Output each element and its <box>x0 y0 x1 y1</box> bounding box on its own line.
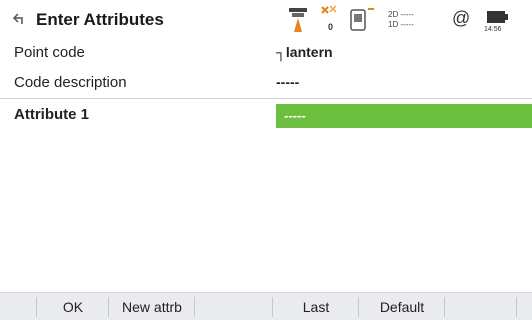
code-description-label: Code description <box>14 74 127 91</box>
softkey-divider <box>444 297 445 317</box>
softkey-divider <box>194 297 195 317</box>
title-bar: Enter Attributes 0 2D ----- 1D ----- @ 1… <box>0 0 532 40</box>
page-title: Enter Attributes <box>36 10 164 29</box>
battery-clock[interactable]: 14:56 <box>484 4 524 38</box>
last-button[interactable]: Last <box>274 293 358 320</box>
softkey-bar: OK New attrb Last Default <box>0 292 532 320</box>
battery-icon <box>487 11 508 23</box>
softkey-divider <box>108 297 109 317</box>
attribute1-label: Attribute 1 <box>14 106 89 123</box>
clock-time: 14:56 <box>484 26 502 33</box>
back-icon[interactable] <box>12 10 28 28</box>
default-button[interactable]: Default <box>360 293 444 320</box>
softkey-divider <box>358 297 359 317</box>
point-code-row[interactable]: Point code ┐lantern <box>0 40 532 66</box>
point-code-value[interactable]: ┐lantern <box>276 44 333 60</box>
attribute1-input[interactable]: ----- <box>276 104 532 128</box>
point-code-label: Point code <box>14 44 85 61</box>
new-attrb-button[interactable]: New attrb <box>110 293 194 320</box>
device-status-icon[interactable] <box>348 4 378 38</box>
precision-2d: 2D ----- <box>388 10 414 19</box>
ok-button[interactable]: OK <box>38 293 108 320</box>
precision-indicator: 2D ----- 1D ----- <box>388 4 432 38</box>
satellite-count: 0 <box>328 22 334 32</box>
precision-1d: 1D ----- <box>388 20 414 29</box>
gnss-rover-icon[interactable] <box>286 4 310 38</box>
attribute1-row[interactable]: Attribute 1 ----- <box>0 102 532 128</box>
softkey-divider <box>516 297 517 317</box>
at-icon[interactable]: @ <box>452 8 472 42</box>
softkey-divider <box>272 297 273 317</box>
softkey-divider <box>36 297 37 317</box>
code-description-row: Code description ----- <box>0 70 532 96</box>
satellite-icon <box>321 5 337 14</box>
satellite-status[interactable]: 0 <box>318 4 340 38</box>
divider <box>0 98 532 99</box>
code-description-value: ----- <box>276 74 300 90</box>
